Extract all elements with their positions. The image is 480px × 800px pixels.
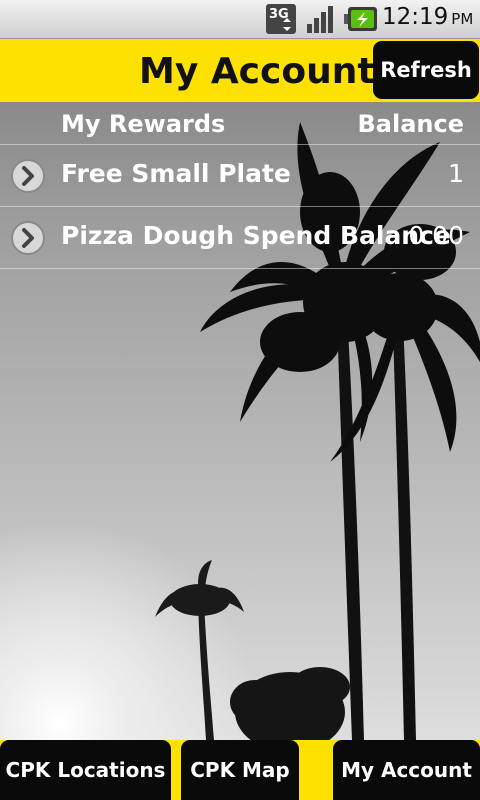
status-bar: 3G 12:19 PM xyxy=(0,0,480,39)
clock-time: 12:19 xyxy=(382,4,449,30)
chevron-right-icon xyxy=(11,159,45,193)
column-header-balance: Balance xyxy=(357,110,465,138)
reward-row[interactable]: Free Small Plate 1 xyxy=(0,144,480,206)
reward-name: Pizza Dough Spend Balance xyxy=(61,221,451,250)
rewards-table: My Rewards Balance Free Small Plate 1 Pi… xyxy=(0,102,480,269)
bottom-tab-bar: CPK Locations CPK Map My Account xyxy=(0,740,480,800)
network-3g-icon: 3G xyxy=(266,4,296,34)
tab-cpk-locations[interactable]: CPK Locations xyxy=(0,740,171,800)
status-time: 12:19 PM xyxy=(382,4,473,30)
column-header-rewards: My Rewards xyxy=(61,110,226,138)
chevron-right-icon xyxy=(11,221,45,255)
tab-my-account[interactable]: My Account xyxy=(333,740,480,800)
reward-row[interactable]: Pizza Dough Spend Balance 0.00 xyxy=(0,206,480,269)
tab-cpk-map[interactable]: CPK Map xyxy=(181,740,299,800)
page-title: My Account xyxy=(139,51,375,92)
clock-ampm: PM xyxy=(451,10,474,28)
rewards-table-header: My Rewards Balance xyxy=(0,102,480,144)
reward-balance: 1 xyxy=(448,159,464,188)
refresh-button[interactable]: Refresh xyxy=(373,41,479,99)
reward-balance: 0.00 xyxy=(408,221,464,250)
signal-strength-icon xyxy=(307,6,333,33)
reward-name: Free Small Plate xyxy=(61,159,291,188)
battery-charging-icon xyxy=(344,7,377,31)
